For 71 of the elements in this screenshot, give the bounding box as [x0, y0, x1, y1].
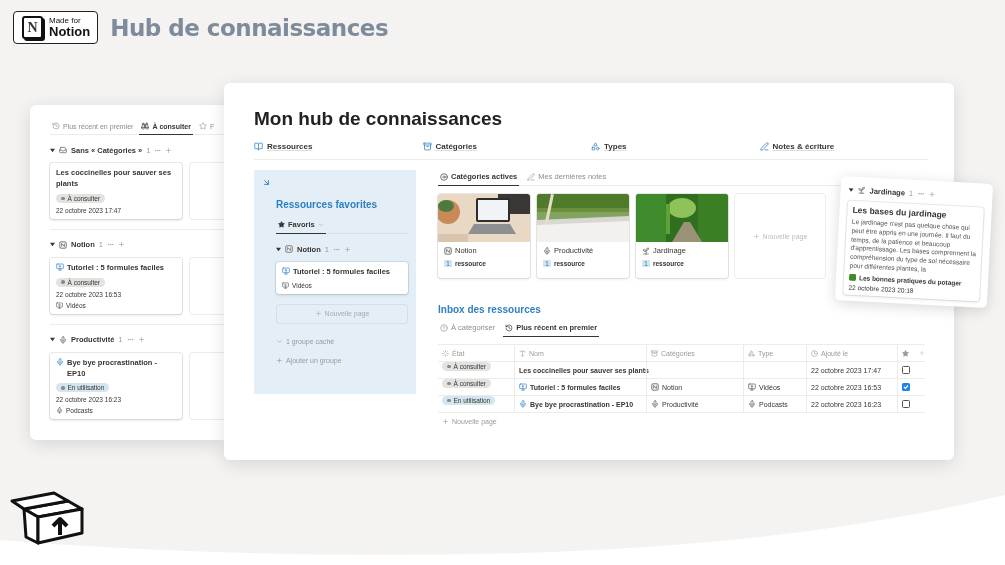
caret-icon [276, 246, 281, 252]
card-title: Les bases du jardinage [852, 204, 948, 220]
nav-link[interactable]: Notes & écriture [759, 142, 928, 151]
video-icon [56, 301, 63, 309]
caret-icon [50, 242, 55, 248]
history-icon [52, 122, 60, 130]
microphone-icon [56, 407, 63, 415]
checkbox[interactable] [902, 366, 910, 374]
notion-icon [285, 245, 293, 253]
add-icon[interactable] [165, 146, 173, 154]
star-icon [278, 221, 285, 228]
badge-caption: Made for [49, 17, 82, 25]
video-icon [282, 281, 289, 289]
microphone-icon [651, 400, 659, 408]
caret-icon [50, 337, 55, 343]
book-icon [254, 142, 263, 151]
text-icon [519, 349, 526, 357]
add-icon[interactable] [919, 350, 925, 356]
main-title: Mon hub de connaissances [254, 108, 504, 130]
notion-icon [444, 246, 452, 255]
add-icon[interactable] [343, 245, 351, 253]
microphone-icon [748, 400, 756, 408]
caret-icon [50, 147, 55, 153]
video-icon [519, 383, 527, 391]
help-icon [440, 323, 448, 332]
sprout-icon [642, 246, 650, 255]
video-icon [56, 262, 64, 271]
add-icon [752, 232, 760, 240]
history-icon [505, 323, 514, 332]
add-icon[interactable] [117, 241, 125, 249]
binoculars-icon [141, 122, 150, 130]
star-icon [902, 349, 909, 357]
add-icon[interactable] [137, 336, 145, 344]
arrow-icon [262, 178, 271, 187]
add-icon [442, 418, 449, 425]
microphone-icon [543, 246, 551, 255]
caret-icon [848, 187, 854, 193]
page-title: Hub de connaissances [110, 14, 389, 41]
microphone-icon [56, 357, 64, 366]
video-icon [282, 267, 290, 275]
notion-icon [651, 383, 659, 391]
notion-icon [59, 240, 67, 249]
add-icon [276, 356, 283, 364]
pen-icon [527, 172, 536, 181]
chevron-icon [276, 337, 283, 345]
tray-icon [59, 146, 67, 154]
microphone-icon [59, 335, 67, 344]
section-title: Inbox des ressources [438, 304, 542, 315]
star-icon [198, 122, 207, 130]
shapes-icon [748, 349, 755, 357]
clock-icon [811, 349, 818, 357]
section-title: Ressources favorites [276, 199, 379, 210]
add-icon[interactable] [927, 190, 936, 198]
nav-link[interactable]: Catégories [422, 142, 591, 151]
checkbox[interactable] [902, 400, 910, 408]
chevron-icon [317, 221, 324, 228]
nav-link[interactable]: Types [591, 142, 760, 151]
logo-letter: N [22, 16, 43, 39]
badge-name: Notion [49, 25, 91, 38]
shapes-icon [591, 142, 600, 151]
arrow-circle-icon [440, 172, 448, 181]
video-icon [748, 383, 756, 391]
microphone-icon [519, 400, 527, 408]
loader-icon [442, 349, 449, 357]
leaf-icon [848, 273, 857, 281]
archive-icon [422, 142, 432, 151]
pen-icon [759, 142, 769, 151]
sprout-icon [857, 186, 866, 195]
archive-icon [651, 349, 658, 357]
add-icon [314, 310, 322, 318]
nav-link[interactable]: Ressources [254, 142, 423, 151]
